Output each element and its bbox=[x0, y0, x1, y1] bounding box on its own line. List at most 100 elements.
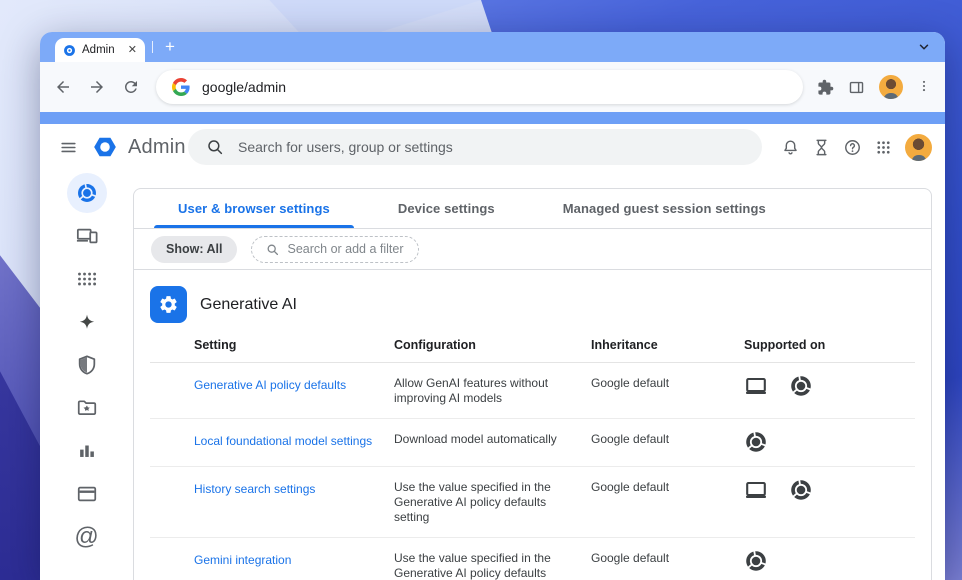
table-row: History search settings Use the value spe… bbox=[150, 467, 915, 538]
settings-table: SettingConfigurationInheritanceSupported… bbox=[150, 327, 915, 580]
sidebar-item-apps[interactable] bbox=[67, 259, 107, 299]
supported-on-cell bbox=[744, 478, 915, 525]
toolbar-right bbox=[817, 75, 931, 99]
browser-window: Admin ✕ + bbox=[40, 32, 945, 580]
column-header-configuration: Configuration bbox=[394, 338, 591, 352]
add-filter-chip[interactable]: Search or add a filter bbox=[251, 236, 418, 263]
reload-icon[interactable] bbox=[122, 78, 140, 96]
filter-search-icon bbox=[266, 243, 279, 256]
setting-link[interactable]: Gemini integration bbox=[194, 553, 291, 567]
admin-sidebar: @ bbox=[40, 170, 133, 580]
apps-grid-icon[interactable] bbox=[874, 138, 893, 157]
inheritance-cell: Google default bbox=[591, 432, 744, 454]
settings-card: User & browser settingsDevice settingsMa… bbox=[133, 188, 932, 580]
managed-folder-star-icon bbox=[76, 397, 98, 419]
chrome-browser-icon bbox=[76, 182, 98, 204]
supported-on-cell bbox=[744, 430, 915, 454]
laptop-icon bbox=[744, 478, 768, 502]
admin-search-input[interactable]: Search for users, group or settings bbox=[188, 129, 762, 165]
sidebar-item-account[interactable]: @ bbox=[67, 517, 107, 557]
configuration-cell: Use the value specified in the Generativ… bbox=[394, 551, 591, 580]
hamburger-menu-icon[interactable] bbox=[48, 127, 88, 167]
sidebar-item-devices[interactable] bbox=[67, 216, 107, 256]
sidebar-item-reporting[interactable] bbox=[67, 431, 107, 471]
inheritance-cell: Google default bbox=[591, 480, 744, 525]
tab-managed-guest-session-settings[interactable]: Managed guest session settings bbox=[529, 189, 800, 228]
url-text: google/admin bbox=[202, 79, 286, 95]
admin-profile-avatar[interactable] bbox=[905, 134, 932, 161]
section-header: Generative AI bbox=[150, 286, 931, 323]
search-placeholder: Search for users, group or settings bbox=[238, 139, 453, 155]
billing-card-icon bbox=[76, 483, 98, 505]
tab-user-browser-settings[interactable]: User & browser settings bbox=[144, 189, 364, 228]
generative-ai-tile[interactable] bbox=[150, 286, 187, 323]
back-icon[interactable] bbox=[54, 78, 72, 96]
desktop: Admin ✕ + bbox=[0, 0, 962, 580]
supported-on-cell bbox=[744, 549, 915, 580]
admin-console-page: Admin Search for users, group or setting… bbox=[40, 124, 945, 580]
browser-tab[interactable]: Admin ✕ bbox=[55, 38, 145, 62]
sidebar-item-billing[interactable] bbox=[67, 474, 107, 514]
show-filter-chip[interactable]: Show: All bbox=[151, 236, 237, 263]
admin-header: Admin Search for users, group or setting… bbox=[40, 124, 945, 170]
admin-header-icons bbox=[781, 124, 932, 170]
settings-tabs: User & browser settingsDevice settingsMa… bbox=[134, 189, 931, 229]
sidebar-item-security[interactable] bbox=[67, 345, 107, 385]
tab-close-icon[interactable]: ✕ bbox=[128, 45, 137, 56]
reporting-chart-icon bbox=[76, 440, 98, 462]
chrome-icon bbox=[744, 430, 768, 454]
search-icon bbox=[206, 138, 224, 156]
table-body: Generative AI policy defaults Allow GenAI… bbox=[150, 363, 915, 580]
column-header-setting: Setting bbox=[150, 338, 394, 352]
address-bar[interactable]: google/admin bbox=[156, 70, 803, 104]
bookmarks-strip bbox=[40, 112, 945, 124]
admin-logo-icon[interactable] bbox=[92, 134, 118, 160]
table-row: Local foundational model settings Downloa… bbox=[150, 419, 915, 467]
table-row: Generative AI policy defaults Allow GenAI… bbox=[150, 363, 915, 419]
setting-link[interactable]: History search settings bbox=[194, 482, 315, 496]
chrome-icon bbox=[744, 549, 768, 573]
laptop-icon bbox=[744, 374, 768, 398]
tab-device-settings[interactable]: Device settings bbox=[364, 189, 529, 228]
chrome-icon bbox=[789, 478, 813, 502]
setting-link[interactable]: Generative AI policy defaults bbox=[194, 378, 346, 392]
side-panel-icon[interactable] bbox=[848, 79, 865, 96]
help-icon[interactable] bbox=[843, 138, 862, 157]
sidebar-item-gemini[interactable] bbox=[67, 302, 107, 342]
notifications-bell-icon[interactable] bbox=[781, 138, 800, 157]
browser-profile-avatar[interactable] bbox=[879, 75, 903, 99]
gemini-sparkle-icon bbox=[76, 311, 98, 333]
add-filter-label: Search or add a filter bbox=[287, 242, 403, 256]
table-row: Gemini integration Use the value specifie… bbox=[150, 538, 915, 580]
column-header-supported-on: Supported on bbox=[744, 338, 915, 352]
browser-tabstrip: Admin ✕ + bbox=[40, 32, 945, 62]
section-title: Generative AI bbox=[200, 296, 297, 314]
new-tab-button[interactable]: + bbox=[159, 36, 181, 58]
table-header-row: SettingConfigurationInheritanceSupported… bbox=[150, 327, 915, 363]
apps-dots-icon bbox=[76, 268, 98, 290]
browser-menu-icon[interactable] bbox=[917, 79, 931, 95]
configuration-cell: Use the value specified in the Generativ… bbox=[394, 480, 591, 525]
sidebar-item-managed-browsers[interactable] bbox=[67, 388, 107, 428]
tasks-hourglass-icon[interactable] bbox=[812, 138, 831, 157]
browser-toolbar: google/admin bbox=[40, 62, 945, 112]
column-header-inheritance: Inheritance bbox=[591, 338, 744, 352]
extensions-puzzle-icon[interactable] bbox=[817, 79, 834, 96]
tab-title: Admin bbox=[82, 44, 115, 56]
configuration-cell: Download model automatically bbox=[394, 432, 591, 454]
sidebar-item-chrome-browser[interactable] bbox=[67, 173, 107, 213]
setting-link[interactable]: Local foundational model settings bbox=[194, 434, 372, 448]
security-shield-icon bbox=[76, 354, 98, 376]
google-g-icon bbox=[172, 78, 190, 96]
admin-favicon-icon bbox=[63, 44, 76, 57]
inheritance-cell: Google default bbox=[591, 551, 744, 580]
supported-on-cell bbox=[744, 374, 915, 406]
chevron-down-icon[interactable] bbox=[917, 40, 931, 54]
gear-icon bbox=[158, 294, 179, 315]
devices-icon bbox=[76, 225, 98, 247]
chrome-icon bbox=[789, 374, 813, 398]
configuration-cell: Allow GenAI features without improving A… bbox=[394, 376, 591, 406]
forward-icon[interactable] bbox=[88, 78, 106, 96]
product-title: Admin bbox=[128, 136, 186, 159]
filter-bar: Show: All Search or add a filter bbox=[134, 229, 931, 270]
